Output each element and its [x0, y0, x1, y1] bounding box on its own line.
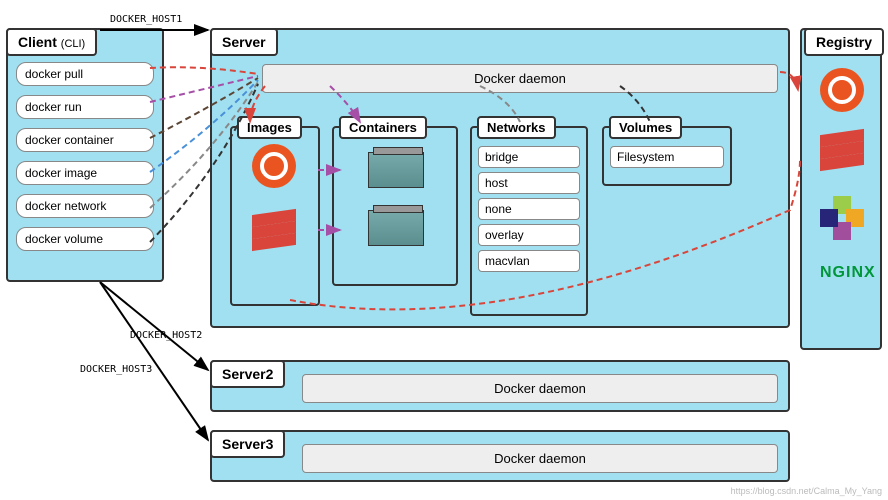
- containers-panel: Containers: [332, 126, 458, 286]
- net-none: none: [478, 198, 580, 220]
- registry-ubuntu-icon: [820, 68, 864, 112]
- client-title: Client (CLI): [6, 28, 97, 56]
- server3-panel: Server3 Docker daemon: [210, 430, 790, 482]
- label-host2: DOCKER_HOST2: [130, 330, 202, 341]
- client-subtitle: (CLI): [61, 38, 85, 50]
- server3-daemon: Docker daemon: [302, 444, 778, 473]
- cmd-container[interactable]: docker container: [16, 128, 154, 152]
- registry-title: Registry: [804, 28, 884, 56]
- volumes-panel: Volumes Filesystem: [602, 126, 732, 186]
- containers-title: Containers: [339, 116, 427, 139]
- cmd-run[interactable]: docker run: [16, 95, 154, 119]
- registry-panel: Registry NGINX: [800, 28, 882, 350]
- net-host: host: [478, 172, 580, 194]
- ubuntu-icon: [252, 144, 296, 188]
- client-title-text: Client: [18, 34, 57, 50]
- registry-centos-icon: [820, 196, 864, 240]
- registry-redis-icon: [820, 132, 864, 172]
- server2-daemon: Docker daemon: [302, 374, 778, 403]
- server-title: Server: [210, 28, 278, 56]
- client-panel: Client (CLI) docker pull docker run dock…: [6, 28, 164, 282]
- container-icon-1: [368, 152, 424, 188]
- server2-panel: Server2 Docker daemon: [210, 360, 790, 412]
- cmd-volume[interactable]: docker volume: [16, 227, 154, 251]
- container-icon-2: [368, 210, 424, 246]
- cmd-pull[interactable]: docker pull: [16, 62, 154, 86]
- cmd-image[interactable]: docker image: [16, 161, 154, 185]
- server3-title: Server3: [210, 430, 285, 458]
- server2-title: Server2: [210, 360, 285, 388]
- label-host3: DOCKER_HOST3: [80, 364, 152, 375]
- networks-panel: Networks bridge host none overlay macvla…: [470, 126, 588, 316]
- server-panel: Server Docker daemon Images Containers N…: [210, 28, 790, 328]
- cmd-network[interactable]: docker network: [16, 194, 154, 218]
- watermark: https://blog.csdn.net/Calma_My_Yang: [731, 486, 882, 496]
- server-daemon: Docker daemon: [262, 64, 778, 93]
- label-host1: DOCKER_HOST1: [110, 14, 182, 25]
- images-panel: Images: [230, 126, 320, 306]
- redis-icon: [252, 212, 296, 252]
- net-macvlan: macvlan: [478, 250, 580, 272]
- net-overlay: overlay: [478, 224, 580, 246]
- images-title: Images: [237, 116, 302, 139]
- networks-title: Networks: [477, 116, 556, 139]
- volumes-title: Volumes: [609, 116, 682, 139]
- net-bridge: bridge: [478, 146, 580, 168]
- volumes-filesystem: Filesystem: [610, 146, 724, 168]
- registry-nginx-icon: NGINX: [820, 264, 880, 282]
